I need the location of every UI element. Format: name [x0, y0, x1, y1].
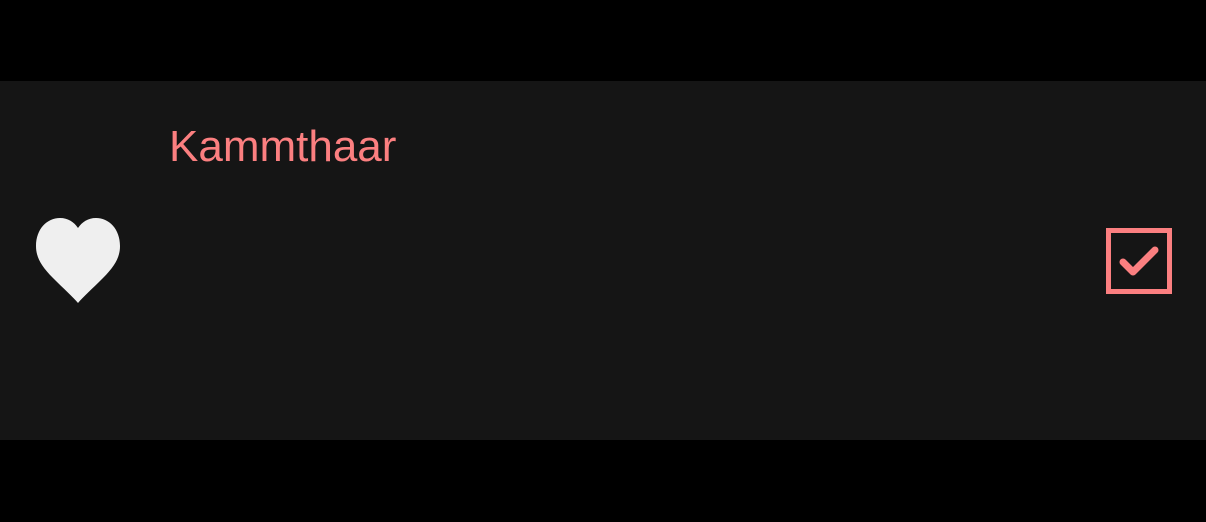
screen: Kammthaar [0, 0, 1206, 522]
item-checkbox[interactable] [1106, 228, 1172, 294]
heart-icon[interactable] [35, 215, 121, 303]
checkmark-icon [1119, 246, 1159, 276]
item-title: Kammthaar [169, 122, 397, 171]
